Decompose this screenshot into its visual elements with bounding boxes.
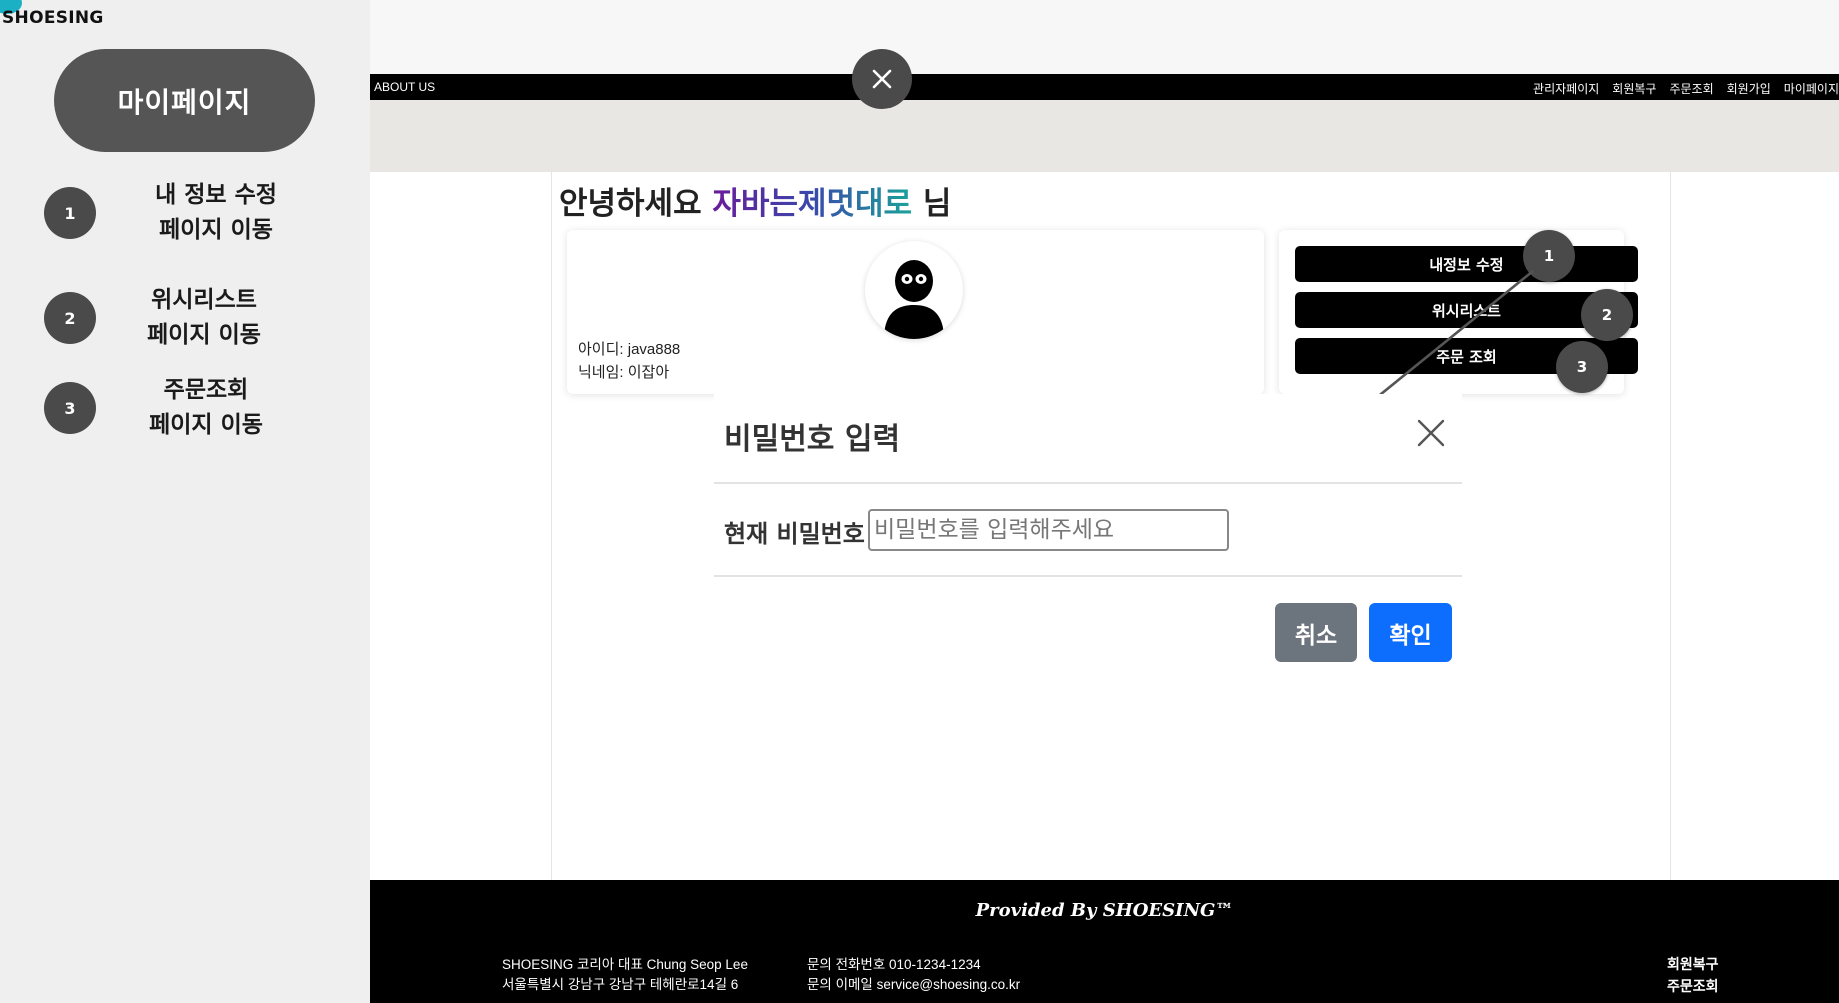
nav-admin[interactable]: 관리자페이지 [1533, 80, 1599, 97]
footer-link-orders[interactable]: 주문조회 [1667, 976, 1719, 996]
greeting-suffix: 님 [912, 186, 952, 222]
nav-right-links: 관리자페이지 회원복구 주문조회 회원가입 마이페이지 [1533, 80, 1839, 97]
footer-company: SHOESING 코리아 대표 Chung Seop Lee [502, 957, 748, 972]
nav-signup[interactable]: 회원가입 [1727, 80, 1771, 97]
top-navbar: ABOUT US 관리자페이지 회원복구 주문조회 회원가입 마이페이지 [370, 74, 1839, 100]
footer-address: 서울특별시 강남구 강남구 테헤란로14길 6 [502, 977, 739, 992]
modal-title: 비밀번호 입력 [724, 422, 901, 457]
profile-card: 아이디: java888 닉네임: 이잡아 [567, 230, 1264, 394]
profile-nickname: 닉네임: 이잡아 [578, 364, 670, 381]
footer-provided-by: Provided By SHOESING™ [975, 900, 1234, 921]
step-text: 내 정보 수정 페이지 이동 [155, 182, 277, 243]
content-divider-right [1670, 172, 1671, 880]
greeting-nickname: 자바는제멋대로 [712, 186, 913, 222]
footer-link-restore[interactable]: 회원복구 [1667, 954, 1719, 974]
avatar [865, 241, 963, 339]
step-text: 주문조회 페이지 이동 [149, 377, 263, 438]
password-input[interactable] [868, 509, 1229, 551]
content-divider-left [551, 172, 552, 880]
close-icon[interactable] [852, 49, 912, 109]
nav-mypage[interactable]: 마이페이지 [1784, 80, 1839, 97]
nav-about-us[interactable]: ABOUT US [374, 80, 435, 94]
guide-step-1: 1 내 정보 수정 페이지 이동 [44, 178, 291, 248]
banner-strip [370, 100, 1839, 172]
guide-panel: SHOESING 마이페이지 1 내 정보 수정 페이지 이동 2 위시리스트 … [0, 0, 370, 1003]
website-view: ABOUT US 관리자페이지 회원복구 주문조회 회원가입 마이페이지 안녕하… [370, 0, 1839, 1003]
step-number: 3 [44, 382, 96, 434]
step-number: 1 [44, 187, 96, 239]
greeting-prefix: 안녕하세요 [559, 186, 713, 222]
step-text: 위시리스트 페이지 이동 [147, 287, 261, 348]
step-number: 2 [44, 292, 96, 344]
footer-phone: 문의 전화번호 010-1234-1234 [807, 957, 981, 972]
callout-marker-2: 2 [1581, 289, 1633, 341]
cancel-button[interactable]: 취소 [1275, 603, 1357, 662]
password-modal: 비밀번호 입력 현재 비밀번호 취소 확인 [714, 394, 1462, 684]
profile-id: 아이디: java888 [578, 341, 681, 358]
brand-logo: SHOESING [2, 8, 104, 28]
site-footer: Provided By SHOESING™ SHOESING 코리아 대표 Ch… [370, 880, 1839, 1003]
guide-title: 마이페이지 [54, 49, 315, 152]
user-avatar-icon [884, 260, 944, 339]
footer-email: 문의 이메일 service@shoesing.co.kr [807, 977, 1021, 992]
edit-info-button[interactable]: 내정보 수정 [1295, 246, 1638, 282]
modal-divider [714, 575, 1462, 577]
password-label: 현재 비밀번호 [724, 520, 865, 548]
guide-step-2: 2 위시리스트 페이지 이동 [44, 283, 274, 353]
modal-close-icon[interactable] [1414, 416, 1448, 450]
modal-divider [714, 482, 1462, 484]
site-top-blank [370, 0, 1839, 74]
callout-marker-3: 3 [1556, 341, 1608, 393]
guide-step-3: 3 주문조회 페이지 이동 [44, 373, 276, 443]
nav-restore-member[interactable]: 회원복구 [1612, 80, 1656, 97]
callout-marker-1: 1 [1523, 230, 1575, 282]
confirm-button[interactable]: 확인 [1369, 603, 1452, 662]
nav-order-lookup[interactable]: 주문조회 [1669, 80, 1713, 97]
greeting-heading: 안녕하세요 자바는제멋대로 님 [559, 178, 951, 223]
